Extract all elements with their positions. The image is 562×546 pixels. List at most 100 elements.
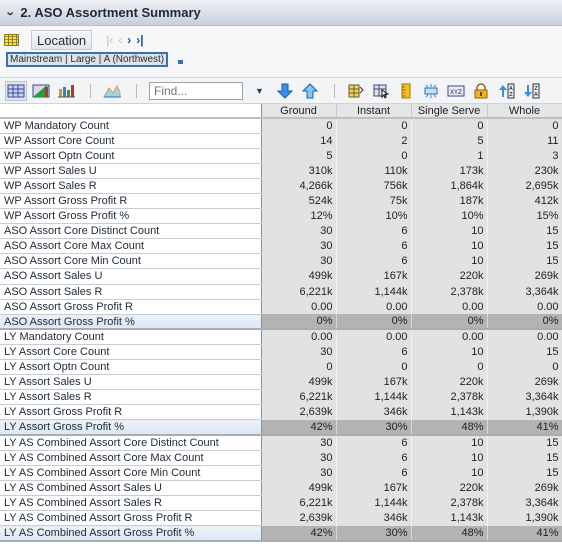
row-label[interactable]: LY Assort Optn Count: [0, 359, 262, 376]
cell-value[interactable]: 0.00: [261, 299, 337, 315]
cell-value[interactable]: 2,378k: [411, 495, 488, 511]
cell-value[interactable]: 167k: [336, 268, 412, 285]
cell-value[interactable]: 1,390k: [487, 404, 562, 420]
cell-value[interactable]: 269k: [487, 268, 562, 285]
cell-value[interactable]: 3,364k: [487, 495, 562, 511]
cell-value[interactable]: 41%: [487, 525, 562, 542]
sort-descending-icon[interactable]: ZA: [520, 81, 542, 101]
row-label[interactable]: LY AS Combined Assort Core Max Count: [0, 450, 262, 466]
cell-value[interactable]: 110k: [336, 163, 412, 179]
location-dimension-button[interactable]: Location: [31, 30, 93, 50]
cell-value[interactable]: 0: [261, 359, 337, 375]
cell-value[interactable]: 10%: [336, 208, 412, 224]
last-icon[interactable]: ›|: [136, 33, 143, 47]
cell-value[interactable]: 75k: [336, 193, 412, 209]
cell-value[interactable]: 167k: [336, 480, 412, 496]
section-header[interactable]: ⌄ 2. ASO Assortment Summary: [0, 0, 562, 26]
cell-value[interactable]: 1,390k: [487, 510, 562, 526]
cell-value[interactable]: 3,364k: [487, 389, 562, 405]
cell-value[interactable]: 0: [336, 148, 412, 164]
cell-value[interactable]: 412k: [487, 193, 562, 209]
cell-value[interactable]: 6,221k: [261, 389, 337, 405]
cell-value[interactable]: 10: [411, 238, 488, 254]
row-label[interactable]: WP Assort Core Count: [0, 133, 262, 149]
find-dropdown-icon[interactable]: ▼: [255, 86, 264, 96]
cell-value[interactable]: 220k: [411, 374, 488, 390]
cell-value[interactable]: 5: [261, 148, 337, 164]
cell-value[interactable]: 41%: [487, 419, 562, 436]
chevron-down-icon[interactable]: ⌄: [5, 7, 16, 18]
cell-value[interactable]: 15: [487, 434, 562, 451]
cell-value[interactable]: 2: [336, 133, 412, 149]
cell-value[interactable]: 6: [336, 223, 412, 239]
row-label[interactable]: LY AS Combined Assort Core Min Count: [0, 465, 262, 481]
cell-value[interactable]: 15: [487, 344, 562, 360]
cell-value[interactable]: 14: [261, 133, 337, 149]
cell-value[interactable]: 6: [336, 238, 412, 254]
break-icon[interactable]: [420, 81, 442, 101]
row-label[interactable]: ASO Assort Sales R: [0, 284, 262, 300]
cell-value[interactable]: 1: [411, 148, 488, 164]
cell-value[interactable]: 220k: [411, 480, 488, 496]
row-label[interactable]: ASO Assort Core Distinct Count: [0, 223, 262, 240]
cell-value[interactable]: 3,364k: [487, 284, 562, 300]
cell-value[interactable]: 30: [261, 450, 337, 466]
cell-value[interactable]: 10: [411, 434, 488, 451]
cell-value[interactable]: 0: [487, 359, 562, 375]
next-icon[interactable]: ›: [127, 33, 131, 47]
cell-value[interactable]: 30%: [336, 525, 412, 542]
cell-value[interactable]: 6: [336, 465, 412, 481]
column-header[interactable]: Single Serve: [411, 104, 488, 119]
row-label[interactable]: LY AS Combined Assort Core Distinct Coun…: [0, 434, 262, 451]
cell-value[interactable]: 524k: [261, 193, 337, 209]
cell-value[interactable]: 10: [411, 223, 488, 239]
cell-value[interactable]: 0.00: [487, 299, 562, 315]
cell-value[interactable]: 42%: [261, 419, 337, 436]
cell-value[interactable]: 0: [336, 359, 412, 375]
grid-chart-view-icon[interactable]: [30, 81, 52, 101]
cell-value[interactable]: 173k: [411, 163, 488, 179]
cell-value[interactable]: 0.00: [336, 329, 412, 345]
cell-value[interactable]: 0.00: [411, 329, 488, 345]
cell-value[interactable]: 0%: [261, 314, 337, 331]
cell-value[interactable]: 15%: [487, 208, 562, 224]
cell-value[interactable]: 30%: [336, 419, 412, 436]
row-label[interactable]: LY AS Combined Assort Gross Profit %: [0, 525, 262, 542]
cell-value[interactable]: 1,144k: [336, 284, 412, 300]
cell-value[interactable]: 0: [487, 118, 562, 134]
cell-value[interactable]: 5: [411, 133, 488, 149]
cell-value[interactable]: 42%: [261, 525, 337, 542]
column-header[interactable]: Instant: [336, 104, 412, 119]
area-chart-icon[interactable]: [101, 81, 123, 101]
cell-value[interactable]: 0%: [411, 314, 488, 331]
cell-value[interactable]: 1,144k: [336, 389, 412, 405]
xyz-icon[interactable]: XYZ: [445, 81, 467, 101]
cell-value[interactable]: 4,266k: [261, 178, 337, 194]
chip-handle[interactable]: [178, 60, 183, 64]
row-label[interactable]: LY AS Combined Assort Sales R: [0, 495, 262, 511]
cell-value[interactable]: 756k: [336, 178, 412, 194]
row-label[interactable]: LY Assort Gross Profit R: [0, 404, 262, 421]
cell-value[interactable]: 2,695k: [487, 178, 562, 194]
cell-value[interactable]: 220k: [411, 268, 488, 285]
cell-value[interactable]: 2,378k: [411, 284, 488, 300]
cell-value[interactable]: 269k: [487, 480, 562, 496]
row-label[interactable]: LY AS Combined Assort Gross Profit R: [0, 510, 262, 527]
lock-icon[interactable]: [470, 81, 492, 101]
row-label[interactable]: ASO Assort Gross Profit %: [0, 314, 262, 331]
cell-value[interactable]: 6: [336, 344, 412, 360]
row-label[interactable]: WP Assort Optn Count: [0, 148, 262, 164]
cell-value[interactable]: 30: [261, 434, 337, 451]
cell-value[interactable]: 30: [261, 223, 337, 239]
select-icon[interactable]: [370, 81, 392, 101]
cell-value[interactable]: 167k: [336, 374, 412, 390]
find-next-icon[interactable]: [274, 81, 296, 101]
find-previous-icon[interactable]: [299, 81, 321, 101]
cell-value[interactable]: 30: [261, 238, 337, 254]
row-label[interactable]: WP Assort Gross Profit %: [0, 208, 262, 225]
cell-value[interactable]: 10: [411, 344, 488, 360]
cell-value[interactable]: 1,143k: [411, 510, 488, 526]
row-label[interactable]: WP Assort Gross Profit R: [0, 193, 262, 210]
cell-value[interactable]: 10: [411, 465, 488, 481]
cell-value[interactable]: 48%: [411, 419, 488, 436]
